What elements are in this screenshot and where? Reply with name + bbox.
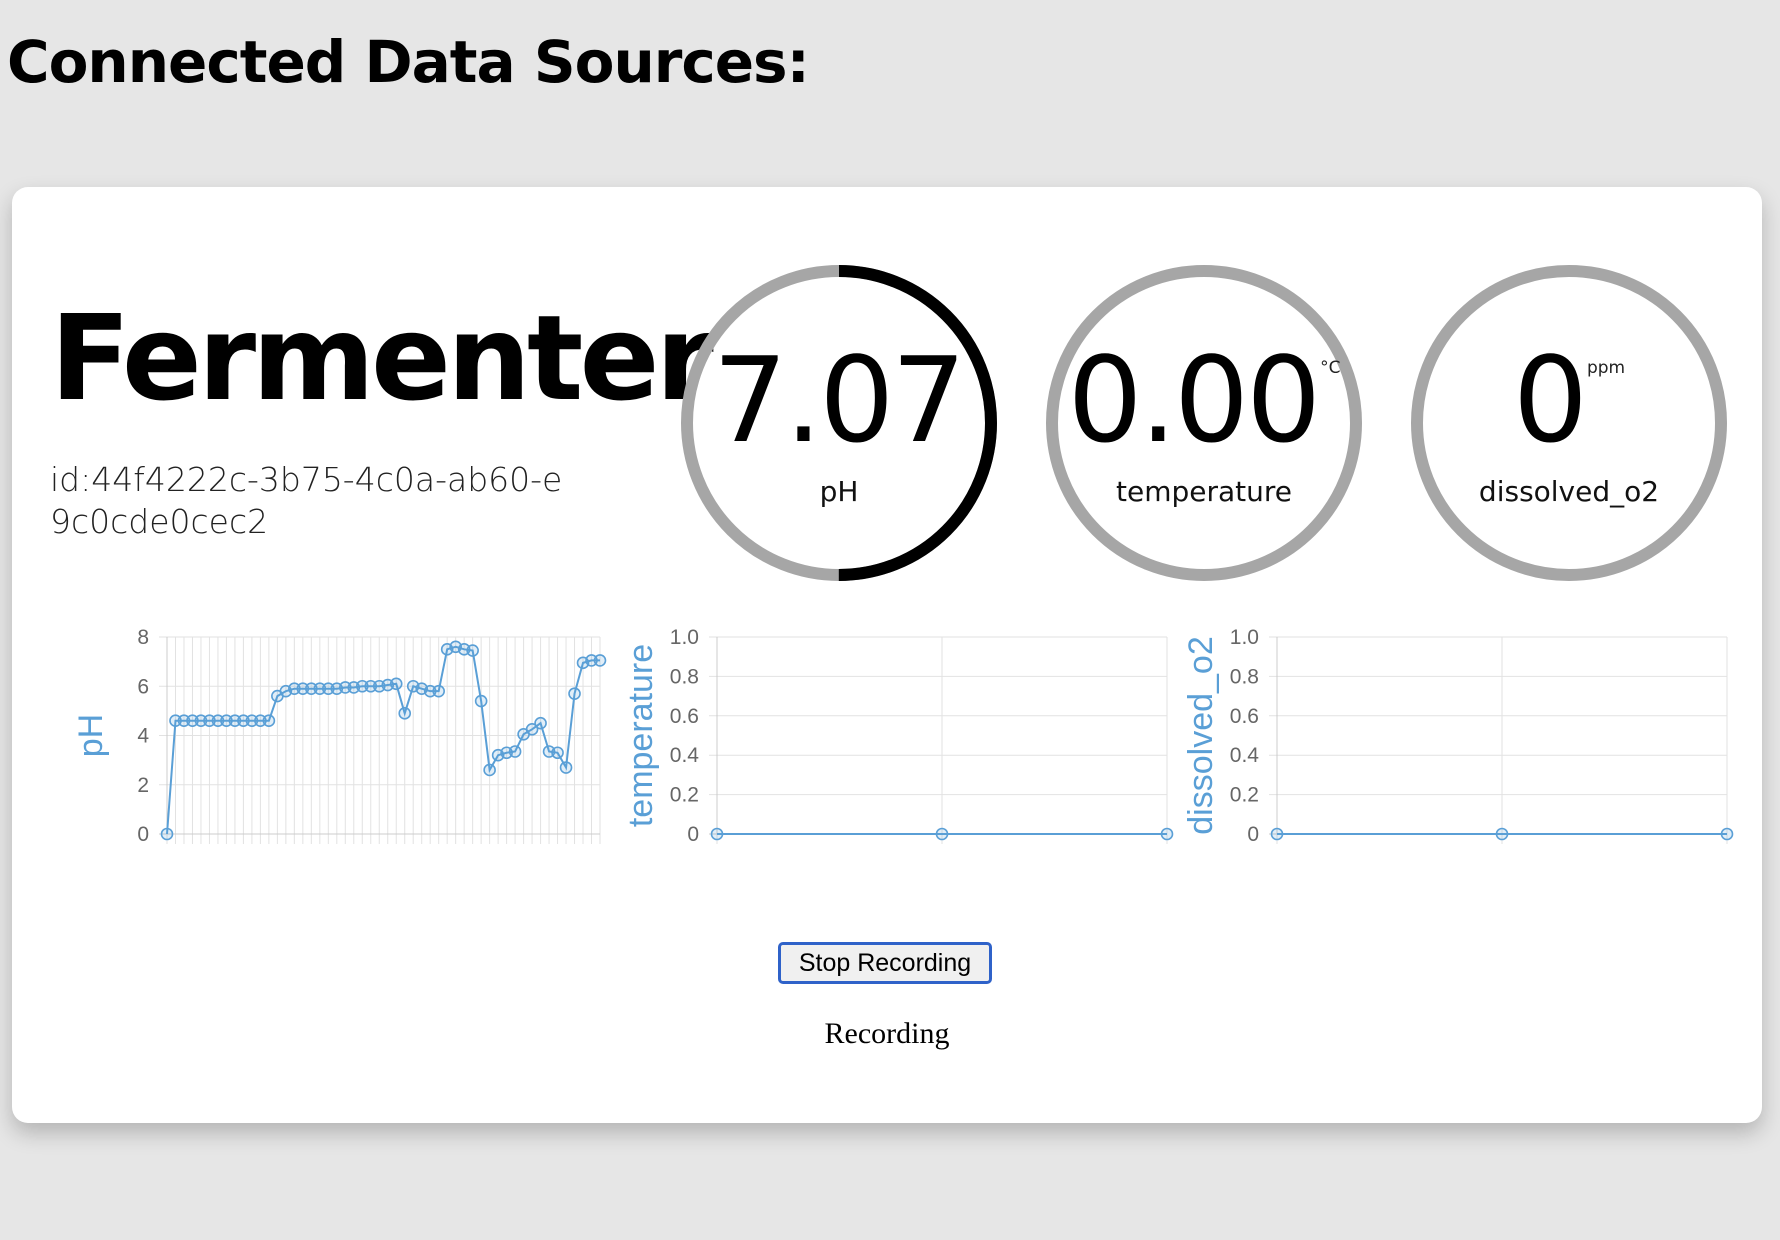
data-point	[398, 707, 412, 720]
data-point	[1270, 827, 1284, 841]
y-tick-label: 8	[137, 626, 149, 649]
data-point	[474, 694, 488, 708]
y-axis-label: pH	[72, 714, 110, 757]
data-point	[534, 716, 547, 730]
y-tick-label: 0.6	[670, 705, 699, 728]
data-point	[1160, 827, 1174, 841]
y-axis-label: temperature	[622, 644, 660, 827]
device-name: Fermenter	[50, 289, 714, 427]
y-tick-label: 4	[137, 725, 149, 748]
ph-value: 7.07	[712, 331, 967, 469]
recording-status: Recording	[824, 1017, 950, 1050]
y-axis-label: dissolved_o2	[1182, 636, 1220, 834]
dissolved-o2-label: dissolved_o2	[1478, 475, 1660, 508]
data-point	[508, 745, 522, 758]
series-line	[166, 645, 600, 835]
y-tick-label: 0	[687, 823, 699, 846]
data-point	[551, 746, 564, 760]
data-point	[483, 763, 496, 777]
y-tick-label: 0.2	[670, 784, 699, 807]
device-card: Fermenter id:44f4222c-3b75-4c0a-ab60-e9c…	[12, 187, 1762, 1123]
data-point	[568, 687, 581, 700]
dissolved-o2-gauge: 0 ppm dissolved_o2	[1407, 261, 1731, 585]
stop-recording-button[interactable]: Stop Recording	[778, 942, 992, 984]
ph-chart: 0 2 4 6 8 pH	[52, 617, 612, 1062]
temperature-unit: °C	[1320, 358, 1341, 378]
dissolved-o2-chart-svg: 0 0.2 0.4 0.6 0.8 1.0 dissolved_o2	[1182, 626, 1734, 846]
data-point	[559, 761, 573, 774]
temperature-chart-svg: 0 0.2 0.4 0.6 0.8 1.0 temperature	[622, 626, 1174, 846]
y-tick-label: 0.6	[1230, 705, 1259, 728]
data-point	[432, 684, 445, 698]
data-point	[466, 644, 479, 657]
y-tick-label: 1.0	[670, 626, 699, 649]
temperature-value: 0.00	[1067, 331, 1321, 469]
dissolved-o2-value: 0	[1512, 331, 1588, 469]
ph-label: pH	[819, 475, 859, 508]
data-point	[710, 827, 724, 841]
y-tick-label: 0.2	[1230, 784, 1259, 807]
temperature-label: temperature	[1116, 475, 1292, 508]
y-tick-label: 0.8	[1230, 665, 1259, 688]
data-point	[935, 827, 949, 841]
dissolved-o2-chart: 0 0.2 0.4 0.6 0.8 1.0 dissolved_o2	[1182, 617, 1742, 1062]
temperature-chart: 0 0.2 0.4 0.6 0.8 1.0 temperature	[622, 617, 1182, 1062]
dissolved-o2-unit: ppm	[1586, 358, 1626, 378]
y-tick-label: 1.0	[1230, 626, 1259, 649]
ph-chart-svg: 0 2 4 6 8 pH	[72, 626, 607, 846]
device-id: id:44f4222c-3b75-4c0a-ab60-e9c0cde0cec2	[50, 460, 563, 541]
y-tick-label: 0.4	[670, 744, 700, 767]
data-point	[262, 714, 276, 728]
data-point	[1495, 827, 1509, 841]
y-tick-label: 0.4	[1230, 744, 1260, 767]
y-tick-label: 6	[137, 675, 149, 698]
y-tick-label: 0	[1247, 823, 1259, 846]
data-point	[1720, 827, 1734, 841]
data-point	[593, 654, 607, 667]
temperature-gauge: 0.00 °C temperature	[1042, 261, 1366, 585]
data-point	[389, 677, 403, 691]
ph-gauge: 7.07 pH	[677, 261, 1001, 585]
y-tick-label: 2	[137, 774, 149, 797]
page-title: Connected Data Sources:	[7, 28, 810, 96]
y-tick-label: 0	[137, 823, 149, 846]
y-tick-label: 0.8	[670, 665, 699, 688]
data-point	[160, 827, 174, 841]
